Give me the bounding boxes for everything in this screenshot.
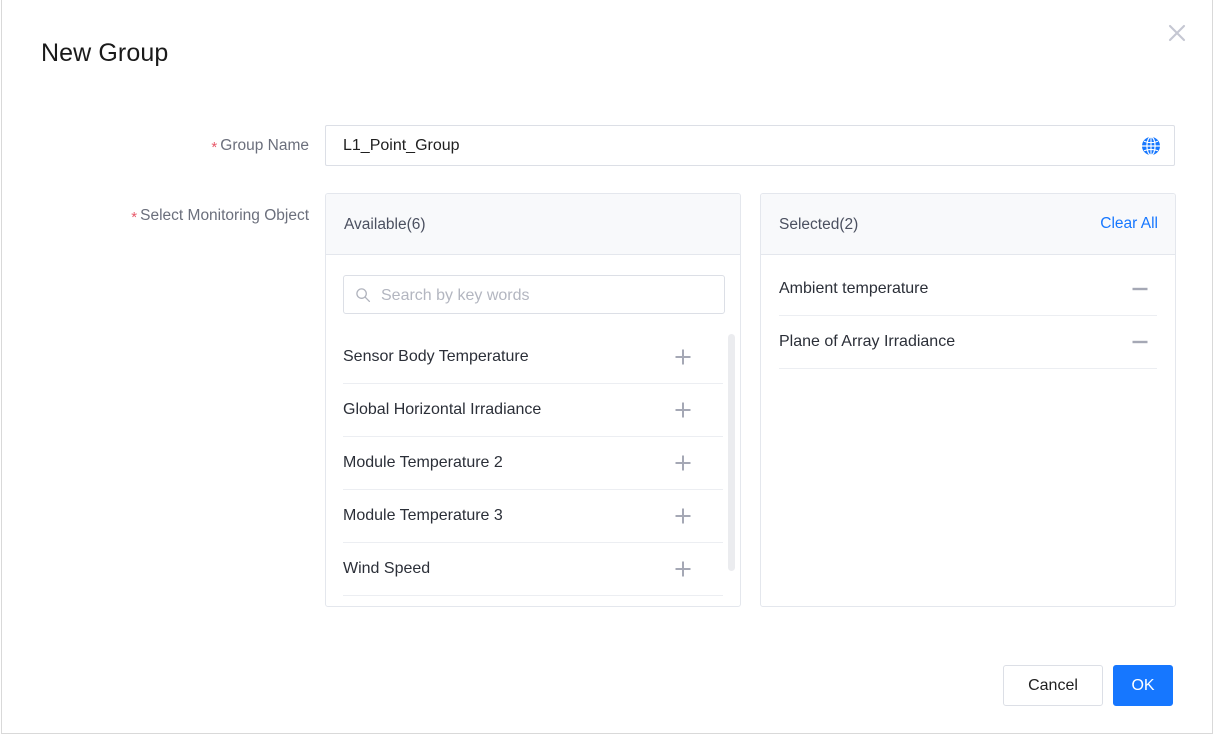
clear-all-button[interactable]: Clear All: [1100, 213, 1158, 235]
list-item-label: Global Horizontal Irradiance: [343, 401, 542, 418]
selected-list: Ambient temperature Plane of Array Irrad…: [761, 263, 1175, 603]
selected-panel: Selected(2) Clear All Ambient temperatur…: [760, 193, 1176, 607]
close-icon: [1166, 22, 1188, 44]
selected-panel-header: Selected(2) Clear All: [761, 194, 1175, 255]
plus-icon[interactable]: [670, 397, 696, 423]
available-panel-title: Available(6): [344, 216, 426, 233]
group-name-label: * Group Name: [2, 136, 309, 156]
available-panel-header: Available(6): [326, 194, 740, 255]
available-panel-body: Sensor Body Temperature Global Horizonta…: [326, 255, 740, 606]
list-item-label: Module Temperature 3: [343, 507, 503, 524]
plus-icon[interactable]: [670, 503, 696, 529]
list-item-label: Wind Speed: [343, 560, 431, 577]
search-input-wrapper: [343, 275, 725, 315]
search-icon: [355, 287, 371, 303]
list-item[interactable]: [343, 596, 723, 606]
cancel-button[interactable]: Cancel: [1003, 665, 1103, 706]
group-name-input[interactable]: [326, 126, 1136, 165]
ok-button[interactable]: OK: [1113, 665, 1173, 706]
list-item[interactable]: Module Temperature 3: [343, 490, 723, 543]
plus-icon[interactable]: [670, 450, 696, 476]
scrollbar-thumb[interactable]: [728, 334, 735, 571]
list-item[interactable]: Wind Speed: [343, 543, 723, 596]
minus-icon[interactable]: [1127, 329, 1153, 355]
minus-icon[interactable]: [1127, 276, 1153, 302]
list-item[interactable]: Plane of Array Irradiance: [779, 316, 1157, 369]
list-item-label: Module Temperature 2: [343, 454, 503, 471]
dialog-title: New Group: [41, 39, 169, 67]
group-name-input-wrapper: [325, 125, 1175, 166]
list-item-label: Sensor Body Temperature: [343, 348, 529, 365]
globe-icon[interactable]: [1141, 135, 1161, 156]
select-monitoring-object-label: * Select Monitoring Object: [2, 206, 309, 226]
search-input[interactable]: [379, 276, 723, 315]
required-asterisk: *: [211, 139, 218, 156]
selected-panel-title: Selected(2): [779, 216, 859, 233]
list-item-label: Ambient temperature: [779, 280, 929, 297]
group-name-label-text: Group Name: [220, 137, 309, 154]
available-panel: Available(6) Sensor Body Temperature: [325, 193, 741, 607]
close-button[interactable]: [1160, 16, 1194, 50]
list-item[interactable]: Sensor Body Temperature: [343, 331, 723, 384]
required-asterisk: *: [131, 209, 138, 226]
list-item[interactable]: Global Horizontal Irradiance: [343, 384, 723, 437]
plus-icon[interactable]: [670, 344, 696, 370]
list-item[interactable]: Module Temperature 2: [343, 437, 723, 490]
selected-panel-body: Ambient temperature Plane of Array Irrad…: [761, 255, 1175, 606]
available-list-scrollbar[interactable]: [728, 331, 735, 606]
new-group-dialog: New Group *Group Name *Select Monitoring…: [1, 0, 1213, 734]
available-list[interactable]: Sensor Body Temperature Global Horizonta…: [326, 331, 740, 606]
plus-icon[interactable]: [670, 556, 696, 582]
list-item-label: Plane of Array Irradiance: [779, 333, 956, 350]
list-item[interactable]: Ambient temperature: [779, 263, 1157, 316]
select-monitoring-object-label-text: Select Monitoring Object: [140, 207, 309, 224]
